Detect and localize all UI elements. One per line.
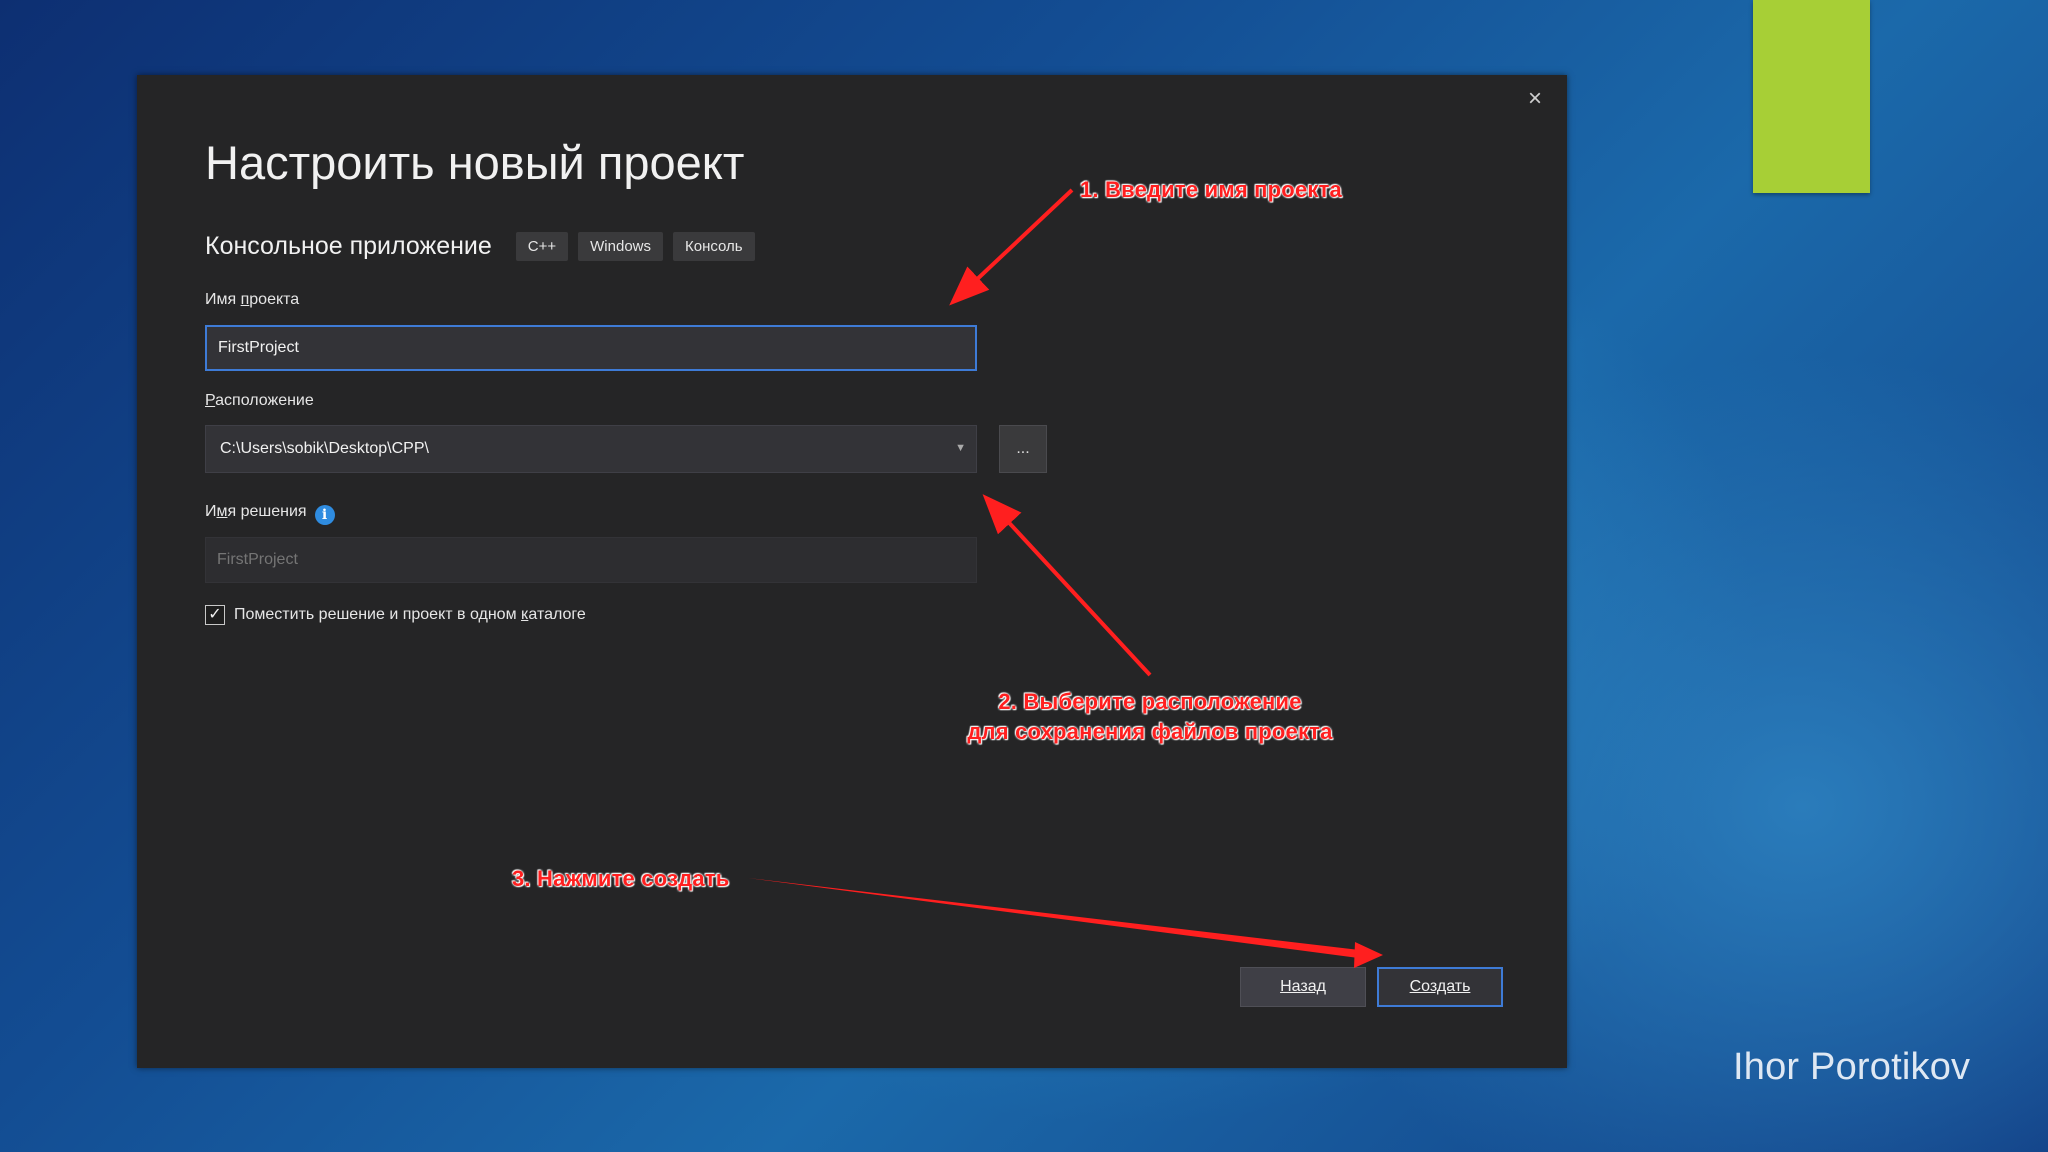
new-project-dialog: × Настроить новый проект Консольное прил… — [137, 75, 1567, 1068]
same-directory-option[interactable]: ✓ Поместить решение и проект в одном кат… — [205, 605, 586, 625]
tag-platform: Windows — [578, 231, 663, 261]
create-button[interactable]: Создать — [1377, 967, 1503, 1007]
annotation-step1: 1. Введите имя проекта — [1080, 177, 1342, 202]
template-name: Консольное приложение — [205, 231, 492, 260]
close-icon[interactable]: × — [1521, 85, 1549, 113]
solution-name-input — [205, 537, 977, 583]
dialog-title: Настроить новый проект — [205, 136, 745, 189]
back-button[interactable]: Назад — [1240, 967, 1366, 1007]
location-value: C:\Users\sobik\Desktop\CPP\ — [220, 440, 429, 457]
browse-button[interactable]: ... — [999, 425, 1047, 473]
location-label: Расположение — [205, 392, 314, 409]
project-name-input[interactable] — [205, 325, 977, 371]
info-icon[interactable]: i — [314, 505, 335, 525]
annotation-step3: 3. Нажмите создать — [512, 866, 730, 891]
tag-language: C++ — [515, 231, 569, 261]
tag-type: Консоль — [673, 231, 755, 261]
template-info: Консольное приложение C++ Windows Консол… — [205, 230, 765, 262]
same-directory-label[interactable]: Поместить решение и проект в одном катал… — [234, 606, 586, 624]
same-directory-checkbox[interactable]: ✓ — [205, 605, 225, 625]
location-dropdown[interactable]: C:\Users\sobik\Desktop\CPP\ ▼ — [205, 425, 977, 473]
solution-name-label: Имя решения i — [205, 503, 335, 525]
project-name-label: Имя проекта — [205, 291, 300, 308]
annotation-step2: 2. Выберите расположение для сохранения … — [967, 689, 1333, 744]
accent-bar — [1753, 0, 1870, 193]
author-name: Ihor Porotikov — [1733, 1046, 1971, 1088]
chevron-down-icon[interactable]: ▼ — [955, 442, 966, 454]
